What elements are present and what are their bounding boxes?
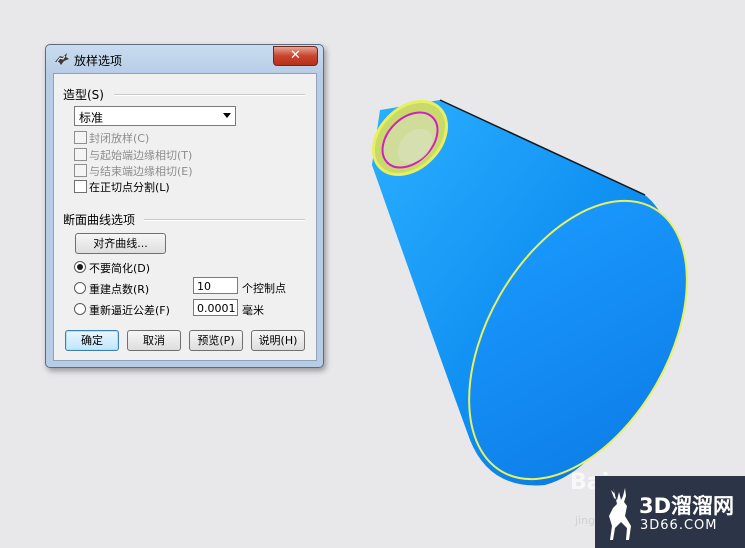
watermark-name: 3D溜溜网	[639, 494, 735, 518]
rebuild-points-unit: 个控制点	[242, 282, 286, 295]
deer-logo-icon	[609, 486, 631, 540]
style-select-value: 标准	[79, 111, 104, 125]
chevron-down-icon	[223, 113, 231, 118]
tangent-end-label: 与结束端边缘相切(E)	[89, 165, 193, 178]
section-group-label: 断面曲线选项	[63, 213, 136, 227]
do-not-simplify-label: 不要简化(D)	[89, 262, 151, 275]
close-button[interactable]: ✕	[273, 46, 318, 66]
site-watermark: 3D溜溜网 3D66.COM	[595, 476, 745, 548]
tangent-start-label: 与起始端边缘相切(T)	[89, 149, 193, 162]
dialog-title: 放样选项	[74, 54, 123, 68]
preview-button[interactable]: 预览(P)	[189, 330, 243, 351]
rhino-app-icon	[55, 53, 69, 65]
refit-label: 重新逼近公差(F)	[89, 304, 170, 317]
ok-button[interactable]: 确定	[65, 330, 119, 351]
loft-options-dialog: 放样选项 ✕ 造型(S) 标准 封闭放样(C) 与起始端边缘相切(T) 与结束端…	[45, 44, 324, 368]
group-divider	[114, 94, 305, 96]
closed-loft-label: 封闭放样(C)	[89, 132, 150, 145]
title-bar[interactable]: 放样选项 ✕	[46, 45, 323, 73]
tangent-start-checkbox	[74, 148, 87, 161]
dialog-client: 造型(S) 标准 封闭放样(C) 与起始端边缘相切(T) 与结束端边缘相切(E)…	[53, 73, 317, 361]
style-group-label: 造型(S)	[63, 88, 104, 102]
rebuild-label: 重建点数(R)	[89, 283, 150, 296]
group-divider	[144, 219, 305, 221]
split-at-tangents-label: 在正切点分割(L)	[89, 181, 170, 194]
style-select[interactable]: 标准	[74, 106, 236, 126]
cancel-button[interactable]: 取消	[127, 330, 181, 351]
closed-loft-checkbox	[74, 131, 87, 144]
split-at-tangents-checkbox[interactable]	[74, 180, 87, 193]
align-curves-button[interactable]: 对齐曲线...	[75, 233, 166, 254]
refit-tolerance-unit: 毫米	[242, 304, 264, 317]
tangent-end-checkbox	[74, 164, 87, 177]
do-not-simplify-radio[interactable]	[74, 261, 86, 273]
rebuild-radio[interactable]	[74, 282, 86, 294]
watermark-url: 3D66.COM	[640, 518, 718, 533]
refit-tolerance-input[interactable]: 0.0001	[193, 299, 238, 316]
rebuild-points-input[interactable]: 10	[193, 277, 238, 294]
help-button[interactable]: 说明(H)	[251, 330, 305, 351]
radio-dot	[77, 264, 83, 270]
refit-radio[interactable]	[74, 303, 86, 315]
